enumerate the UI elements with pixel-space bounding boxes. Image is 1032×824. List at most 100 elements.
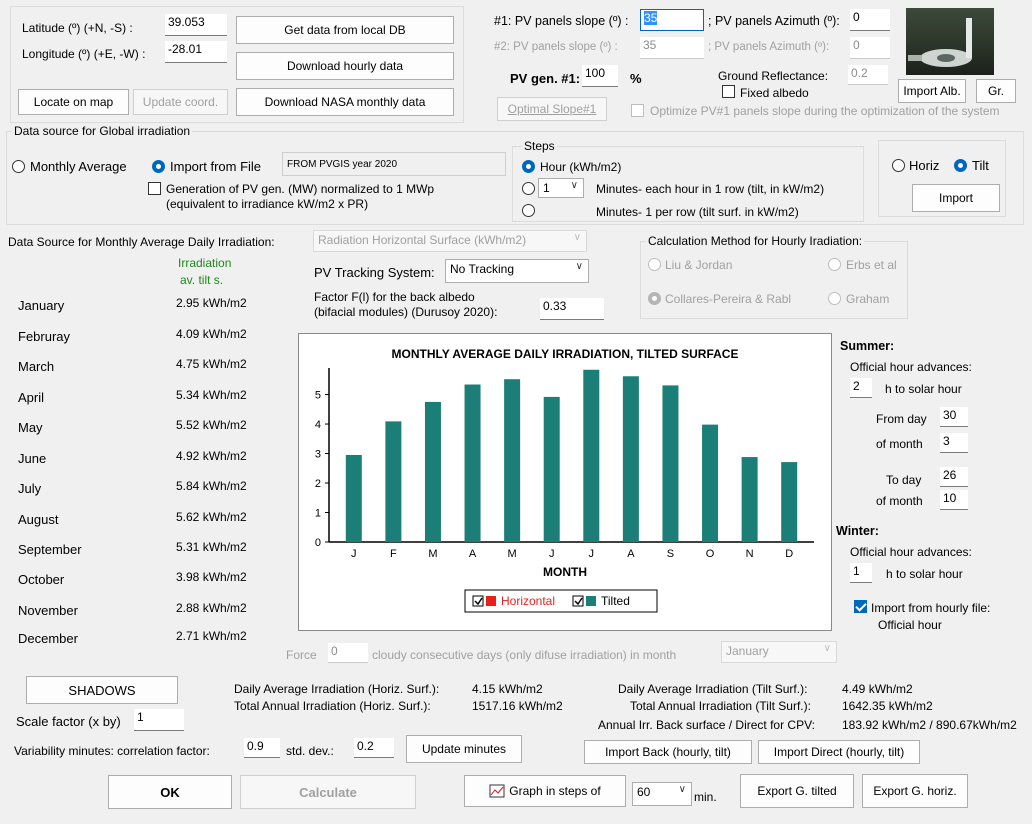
calculate-button[interactable]: Calculate: [240, 775, 416, 809]
slope2-input[interactable]: 35: [640, 37, 704, 59]
horiz-radio[interactable]: [892, 159, 905, 172]
latitude-input[interactable]: 39.053: [165, 14, 227, 36]
step-hour-radio[interactable]: [522, 160, 535, 173]
gen-pv-checkbox[interactable]: [148, 182, 161, 195]
month-value: 5.34 kWh/m2: [176, 388, 247, 402]
data-source-title: Data source for Global irradiation: [12, 124, 193, 138]
tracking-combo[interactable]: No Tracking ∨: [445, 259, 589, 283]
y-tick-label: 1: [315, 508, 321, 520]
export-tilted-button[interactable]: Export G. tilted: [740, 774, 854, 808]
reflectance-input[interactable]: 0.2: [848, 65, 888, 85]
monthly-source-combo[interactable]: Radiation Horizontal Surface (kWh/m2) ∨: [313, 230, 587, 252]
import-back-button[interactable]: Import Back (hourly, tilt): [584, 740, 752, 764]
import-file-radio[interactable]: [152, 160, 165, 173]
download-hourly-button[interactable]: Download hourly data: [236, 52, 454, 80]
month-value: 4.92 kWh/m2: [176, 449, 247, 463]
liu-jordan-label: Liu & Jordan: [665, 258, 733, 272]
chevron-down-icon: ∨: [823, 643, 831, 654]
y-tick-label: 4: [315, 419, 321, 431]
ok-button[interactable]: OK: [108, 775, 232, 809]
get-local-db-button[interactable]: Get data from local DB: [236, 16, 454, 44]
chart-bar: [741, 457, 758, 542]
import-hourly-checkbox[interactable]: [854, 600, 867, 613]
liu-jordan-radio[interactable]: [648, 258, 661, 271]
reflectance-label: Ground Reflectance:: [718, 69, 829, 83]
winter-hours-input[interactable]: 1: [850, 563, 872, 583]
import-direct-button[interactable]: Import Direct (hourly, tilt): [758, 740, 920, 764]
tracking-label: PV Tracking System:: [314, 265, 435, 280]
daily-tilt-label: Daily Average Irradiation (Tilt Surf.):: [618, 682, 808, 696]
longitude-input[interactable]: -28.01: [165, 41, 227, 63]
official-hour-label: Official hour: [878, 618, 942, 632]
step-minutes-row-radio[interactable]: [522, 182, 535, 195]
chart-bar: [385, 421, 402, 542]
update-minutes-button[interactable]: Update minutes: [406, 735, 522, 763]
winter-hours-label: h to solar hour: [886, 567, 963, 581]
chart-bar: [345, 455, 362, 542]
erbs-radio[interactable]: [828, 258, 841, 271]
fixed-albedo-checkbox[interactable]: [722, 85, 735, 98]
chevron-down-icon: ∨: [573, 232, 581, 243]
from-month-input[interactable]: 3: [940, 433, 968, 453]
tilt-radio[interactable]: [954, 159, 967, 172]
month-value: 5.52 kWh/m2: [176, 418, 247, 432]
chart-title: MONTHLY AVERAGE DAILY IRRADIATION, TILTE…: [392, 347, 739, 361]
tilt-label: Tilt: [972, 158, 989, 173]
optimize-slope-checkbox[interactable]: [631, 104, 644, 117]
month-name: May: [18, 420, 43, 435]
pvgen-unit: %: [630, 71, 642, 86]
monthly-source-value: Radiation Horizontal Surface (kWh/m2): [318, 233, 527, 247]
export-horiz-button[interactable]: Export G. horiz.: [862, 774, 968, 808]
update-coord-button[interactable]: Update coord.: [133, 89, 228, 115]
month-value: 5.84 kWh/m2: [176, 479, 247, 493]
chart-svg: MONTHLY AVERAGE DAILY IRRADIATION, TILTE…: [315, 347, 814, 613]
download-nasa-button[interactable]: Download NASA monthly data: [236, 88, 454, 116]
month-name: March: [18, 359, 55, 374]
graph-steps-combo[interactable]: 60 ∨: [632, 782, 692, 806]
monthly-average-radio[interactable]: [12, 160, 25, 173]
import-button[interactable]: Import: [912, 184, 1000, 212]
azimuth1-input[interactable]: 0: [850, 9, 890, 31]
pvgen-input[interactable]: 100: [582, 65, 618, 87]
factor-label-2: (bifacial modules) (Durusoy 2020):: [314, 305, 498, 319]
gr-button[interactable]: Gr.: [976, 79, 1016, 103]
graph-steps-button[interactable]: Graph in steps of: [464, 775, 626, 807]
x-tick-label: D: [785, 548, 793, 560]
slope1-input[interactable]: 35: [640, 9, 704, 31]
latitude-label: Latitude (º) (+N, -S) :: [22, 21, 133, 35]
shadows-button[interactable]: SHADOWS: [26, 676, 178, 704]
optimal-slope-button[interactable]: Optimal Slope#1: [497, 97, 607, 121]
correlation-input[interactable]: 0.9: [244, 738, 280, 758]
graham-radio[interactable]: [828, 292, 841, 305]
month-name: January: [18, 298, 65, 313]
chart-bar: [543, 396, 560, 542]
factor-input[interactable]: 0.33: [540, 298, 604, 320]
to-month-input[interactable]: 10: [940, 490, 968, 510]
winter-title: Winter:: [836, 524, 879, 538]
azimuth1-label: ; PV panels Azimuth (º):: [708, 14, 840, 28]
locate-on-map-button[interactable]: Locate on map: [18, 89, 129, 115]
to-day-input[interactable]: 26: [940, 467, 968, 487]
step-minutes-per-row-radio[interactable]: [522, 204, 535, 217]
from-day-input[interactable]: 30: [940, 407, 968, 427]
collares-radio[interactable]: [648, 292, 661, 305]
force-month-combo[interactable]: January ∨: [721, 641, 837, 663]
factor-label-1: Factor F(l) for the back albedo: [314, 290, 475, 304]
x-tick-label: M: [428, 548, 437, 560]
month-value: 4.09 kWh/m2: [176, 327, 247, 341]
y-tick-label: 2: [315, 478, 321, 490]
import-albedo-button[interactable]: Import Alb.: [898, 79, 966, 103]
chart-bar: [583, 369, 600, 542]
legend-label: Horizontal: [501, 594, 555, 608]
summer-hours-input[interactable]: 2: [850, 378, 872, 398]
step-minutes-combo[interactable]: 1 ∨: [538, 178, 584, 198]
scale-input[interactable]: 1: [134, 709, 184, 731]
std-dev-input[interactable]: 0.2: [354, 738, 394, 758]
x-tick-label: N: [746, 548, 754, 560]
azimuth2-input[interactable]: 0: [850, 37, 890, 59]
force-input[interactable]: 0: [328, 643, 368, 663]
x-tick-label: M: [508, 548, 517, 560]
longitude-label: Longitude (º) (+E, -W) :: [22, 47, 146, 61]
annual-horiz-label: Total Annual Irradiation (Horiz. Surf.):: [234, 699, 431, 713]
horiz-label: Horiz: [909, 158, 940, 173]
